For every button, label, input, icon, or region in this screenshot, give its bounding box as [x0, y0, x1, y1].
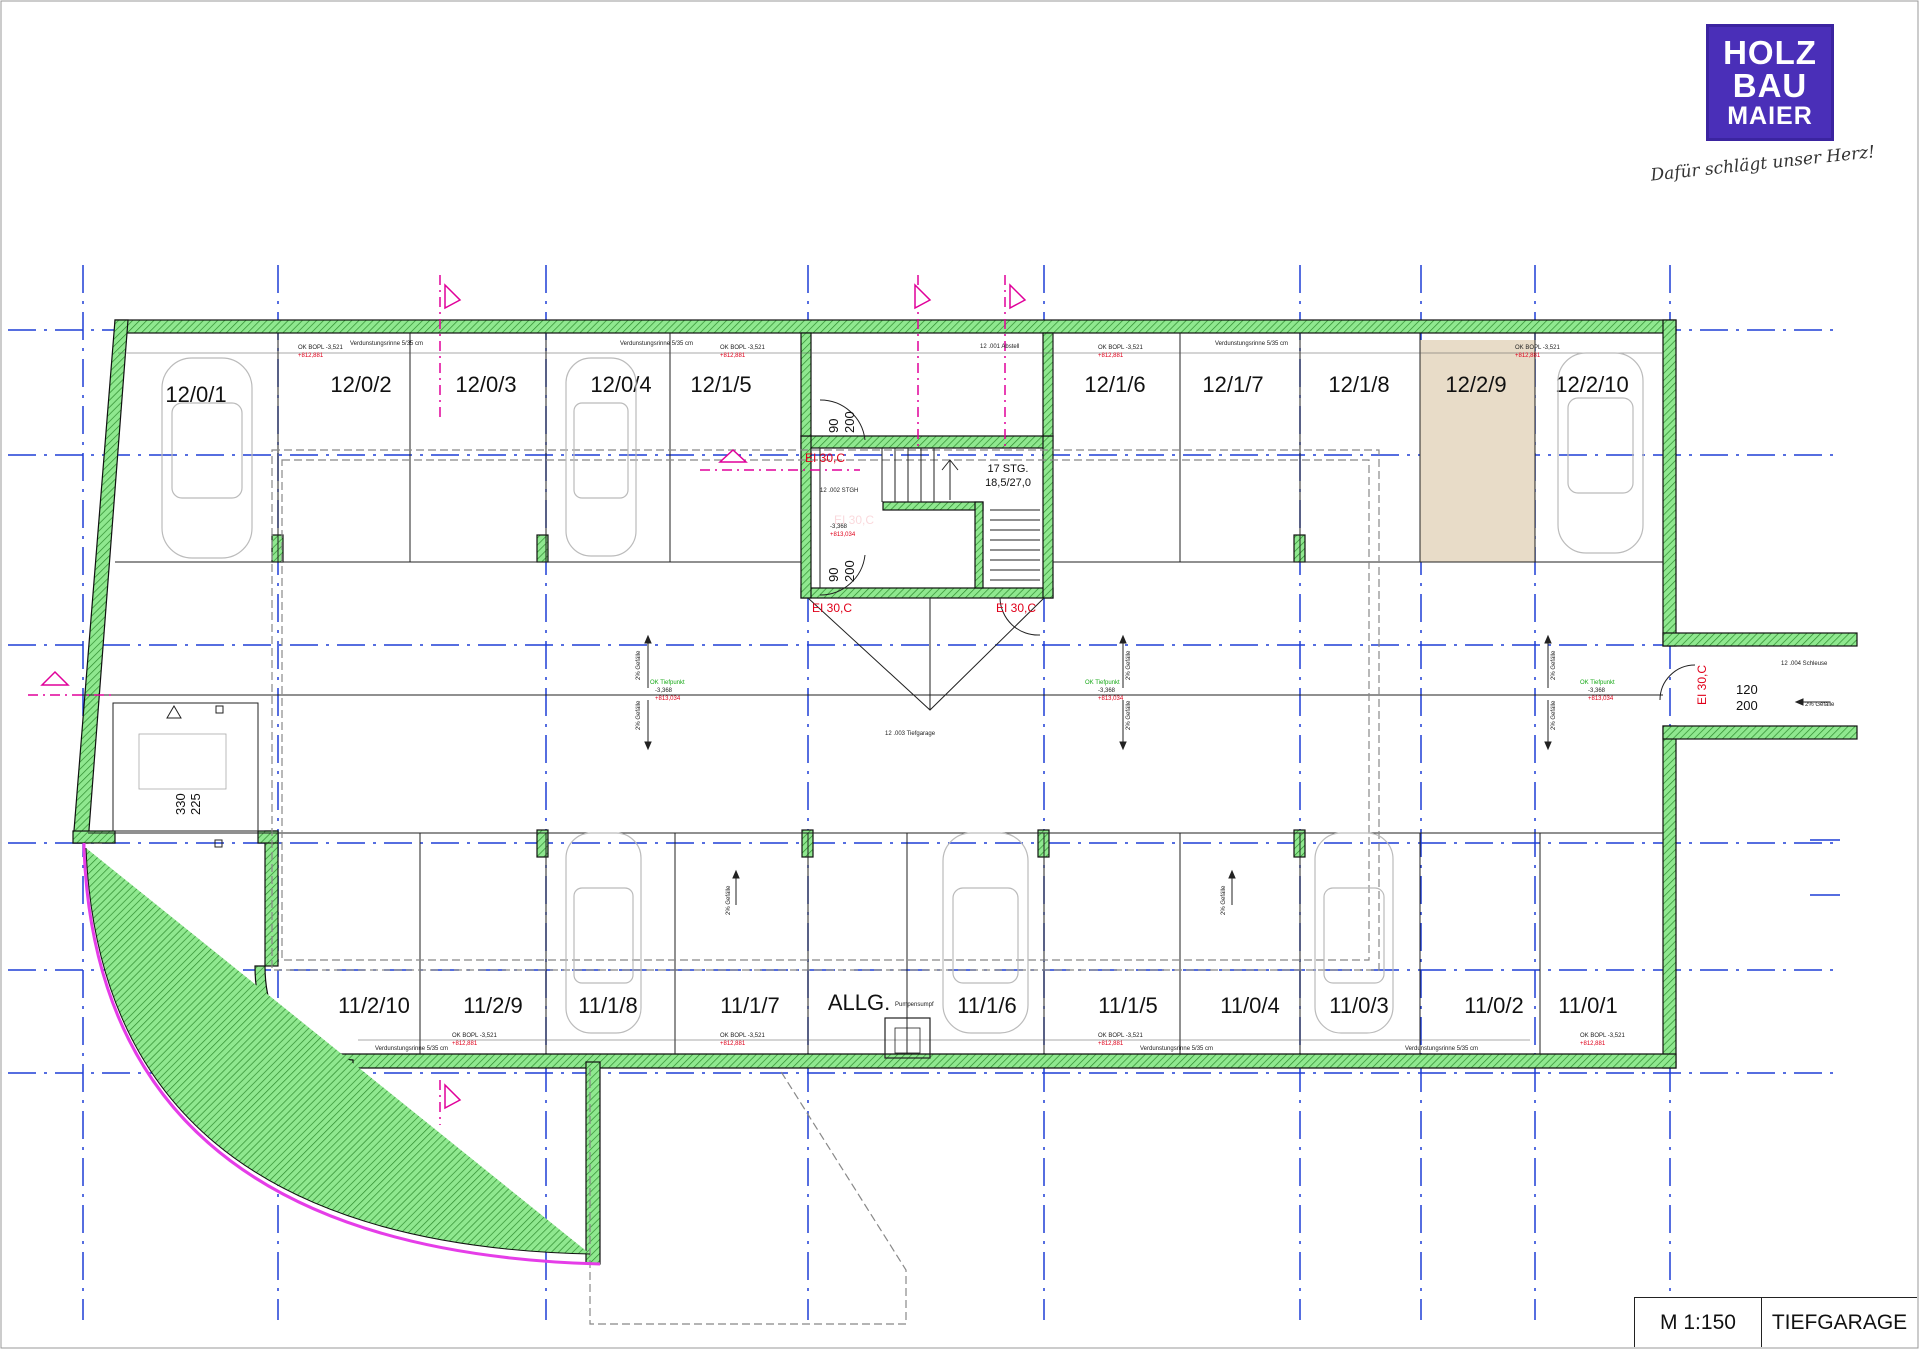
spot-label: 11/1/5	[1098, 993, 1158, 1018]
lowpoint: -3,368	[655, 688, 673, 694]
spot-label: 12/1/5	[690, 372, 751, 397]
spot-label: 11/2/9	[463, 993, 523, 1018]
slope-label: 2% Gefälle	[1551, 650, 1557, 680]
door-dim-h: 200	[842, 560, 857, 582]
level-label: OK BOPL -3,521	[1098, 345, 1143, 351]
spot-label: 12/0/2	[330, 372, 391, 397]
level-label: OK BOPL -3,521	[720, 345, 765, 351]
door-dim-w: 90	[826, 568, 841, 582]
fire-door-label: EI 30,C	[805, 451, 845, 465]
spot-label: 11/0/2	[1464, 993, 1524, 1018]
level-abs: +812,881	[720, 1041, 746, 1047]
fire-door-label: EI 30,C	[1695, 665, 1709, 705]
slope-label: 2% Gefälle	[636, 700, 642, 730]
slope-label: 2% Gefälle	[1805, 702, 1835, 708]
lowpoint: -3,368	[830, 524, 848, 530]
spot-label: 11/2/10	[338, 993, 410, 1018]
drain-label: Verdunstungsrinne 5/35 cm	[1405, 1046, 1478, 1052]
slope-label: 2% Gefälle	[1221, 885, 1227, 915]
logo-line2: BAU	[1732, 67, 1808, 104]
lowpoint-abs: +813,034	[830, 532, 856, 538]
lowpoint: -3,368	[1588, 688, 1606, 694]
fire-door-label: EI 30,C	[812, 601, 852, 615]
lowpoint-abs: +813,034	[1098, 696, 1124, 702]
lift-dim-h: 225	[188, 793, 203, 815]
lowpoint-tag: OK Tiefpunkt	[650, 680, 685, 686]
room-label: 12 .004 Schleuse	[1781, 661, 1828, 667]
slope-label: 2% Gefälle	[726, 885, 732, 915]
room-label: 12 .002 STGH	[820, 488, 858, 494]
spot-label: 12/0/3	[455, 372, 516, 397]
spot-label: 12/0/4	[590, 372, 651, 397]
stair-ratio: 18,5/27,0	[985, 477, 1031, 489]
sluice-dim-w: 120	[1736, 682, 1758, 697]
lowpoint-tag: OK Tiefpunkt	[1580, 680, 1615, 686]
slope-label: 2% Gefälle	[636, 650, 642, 680]
level-label: OK BOPL -3,521	[1098, 1033, 1143, 1039]
spot-label: 11/0/1	[1558, 993, 1618, 1018]
slope-label: 2% Gefälle	[1126, 700, 1132, 730]
spot-label: 12/1/6	[1084, 372, 1145, 397]
level-label: OK BOPL -3,521	[298, 345, 343, 351]
drawing-title: TIEFGARAGE	[1771, 1310, 1908, 1334]
top-spot-labels: 12/0/1 12/0/2 12/0/3 12/0/4 12/1/5 12/1/…	[165, 372, 1628, 407]
spot-label: 11/0/3	[1329, 993, 1389, 1018]
sluice-dim-h: 200	[1736, 698, 1758, 713]
level-abs: +812,881	[1098, 353, 1124, 359]
lowpoint-abs: +813,034	[655, 696, 681, 702]
spot-label: 11/0/4	[1220, 993, 1280, 1018]
level-abs: +812,881	[1580, 1041, 1606, 1047]
lowpoint: -3,368	[1098, 688, 1116, 694]
title-block: M 1:150 TIEFGARAGE	[1634, 1297, 1917, 1347]
drain-label: Verdunstungsrinne 5/35 cm	[620, 341, 693, 347]
scale-label: M 1:150	[1635, 1298, 1762, 1347]
level-abs: +812,881	[452, 1041, 478, 1047]
lift-area	[112, 702, 259, 848]
door-dim-h: 200	[842, 411, 857, 433]
stair-steps: 17 STG.	[988, 463, 1029, 475]
slope-label: 2% Gefälle	[1126, 650, 1132, 680]
level-abs: +812,881	[298, 353, 324, 359]
spot-label: 11/1/7	[720, 993, 780, 1018]
logo-line3: MAIER	[1727, 102, 1813, 130]
level-abs: +812,881	[1098, 1041, 1124, 1047]
level-label: OK BOPL -3,521	[1580, 1033, 1625, 1039]
level-label: OK BOPL -3,521	[720, 1033, 765, 1039]
drain-label: Verdunstungsrinne 5/35 cm	[1140, 1046, 1213, 1052]
spot-label: 12/2/9	[1445, 372, 1506, 397]
drain-label: Verdunstungsrinne 5/35 cm	[350, 341, 423, 347]
spot-label: 11/1/6	[957, 993, 1017, 1018]
level-abs: +812,881	[1515, 353, 1541, 359]
spot-label: ALLG.	[828, 990, 890, 1015]
lowpoint-tag: OK Tiefpunkt	[1085, 680, 1120, 686]
room-label: 12 .003 Tiefgarage	[885, 731, 936, 737]
door-dim-w: 90	[826, 419, 841, 433]
drain-label: Verdunstungsrinne 5/35 cm	[375, 1046, 448, 1052]
fire-door-label: EI 30,C	[996, 601, 1036, 615]
bottom-spot-labels: 11/2/10 11/2/9 11/1/8 11/1/7 ALLG. 11/1/…	[338, 990, 1618, 1018]
room-label: 12 .001 Abstell	[980, 344, 1019, 350]
spot-label: 11/1/8	[578, 993, 638, 1018]
company-logo: HOLZ BAU MAIER	[1706, 24, 1834, 141]
lift-dim-w: 330	[173, 793, 188, 815]
logo-line1: HOLZ	[1723, 34, 1817, 71]
drain-label: Verdunstungsrinne 5/35 cm	[1215, 341, 1288, 347]
spot-label: 12/1/7	[1202, 372, 1263, 397]
pump-label: Pumpensumpf	[895, 1002, 934, 1008]
level-label: OK BOPL -3,521	[1515, 345, 1560, 351]
slope-label: 2% Gefälle	[1551, 700, 1557, 730]
level-abs: +812,881	[720, 353, 746, 359]
slope-arrows	[644, 634, 1830, 905]
spot-label: 12/2/10	[1555, 372, 1628, 397]
spot-label: 12/1/8	[1328, 372, 1389, 397]
level-label: OK BOPL -3,521	[452, 1033, 497, 1039]
lowpoint-abs: +813,034	[1588, 696, 1614, 702]
annotations: OK BOPL -3,521 +812,881 OK BOPL -3,521 +…	[298, 341, 1835, 1052]
floor-plan: 17 STG. 18,5/27,0 330 225 Pumpensumpf 12…	[0, 0, 1919, 1349]
